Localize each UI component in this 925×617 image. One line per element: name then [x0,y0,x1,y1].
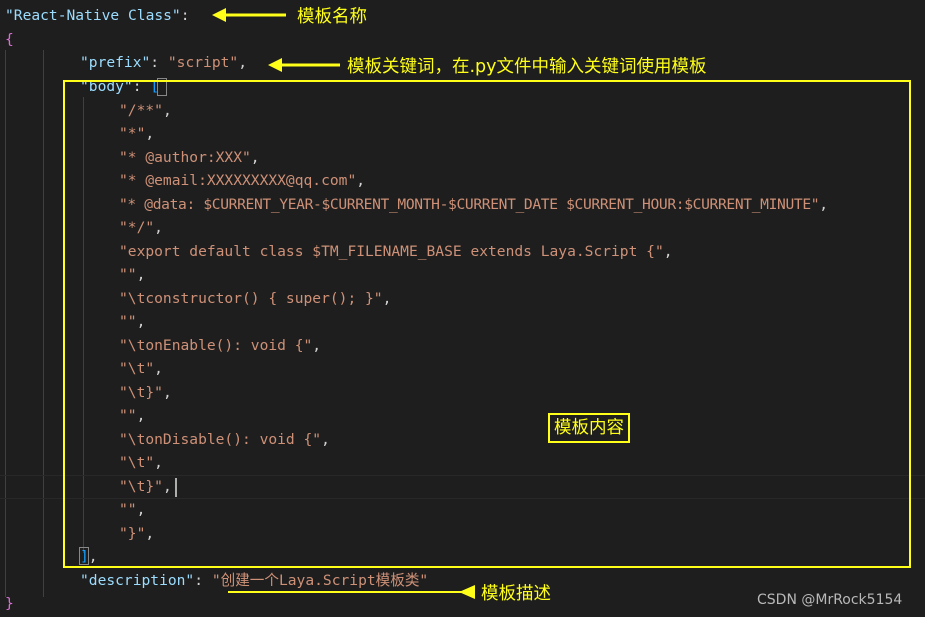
close-brace: } [5,595,14,612]
watermark: CSDN @MrRock5154 [757,592,903,608]
description-underline [228,591,468,593]
arrow-icon [268,58,340,72]
annotation-template-keyword: 模板关键词，在.py文件中输入关键词使用模板 [347,57,707,77]
snippet-name-key: "React-Native Class" [5,7,181,24]
editor-screenshot: { "colors": { "background": "#1e1e1e", "… [0,0,925,617]
description-value: "创建一个Laya.Script模板类" [211,572,429,589]
annotation-template-description: 模板描述 [481,584,551,604]
annotation-template-name: 模板名称 [297,7,367,27]
annotation-template-content: 模板内容 [548,413,630,443]
description-key: "description" [80,572,195,589]
template-content-highlight-box [63,80,911,568]
prefix-value: "script" [167,54,239,71]
prefix-key: "prefix" [80,54,151,71]
code-line-2[interactable]: { [0,28,925,52]
arrow-icon [212,8,286,22]
open-brace: { [5,31,14,48]
code-line-1[interactable]: "React-Native Class": [0,4,925,28]
arrow-icon [459,585,475,599]
